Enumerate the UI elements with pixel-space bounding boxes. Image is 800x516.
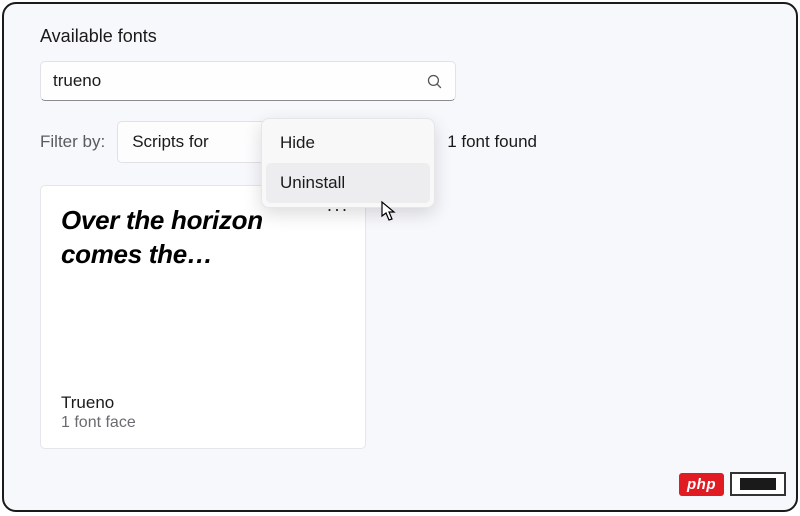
menu-item-uninstall[interactable]: Uninstall: [266, 163, 430, 203]
font-face-count: 1 font face: [61, 414, 345, 432]
result-count: 1 font found: [447, 132, 537, 152]
watermark-box: [730, 472, 786, 496]
search-box[interactable]: [40, 61, 456, 101]
font-name: Trueno: [61, 393, 345, 413]
cursor-icon: [380, 200, 398, 227]
search-icon[interactable]: [426, 73, 443, 90]
font-preview-text: Over the horizon comes the…: [61, 204, 301, 272]
watermark-text: php: [679, 473, 724, 496]
font-card[interactable]: ··· Over the horizon comes the… Trueno 1…: [40, 185, 366, 449]
filter-label: Filter by:: [40, 132, 105, 152]
search-input[interactable]: [53, 62, 426, 100]
filter-selected-value: Scripts for: [132, 132, 209, 152]
section-title: Available fonts: [40, 26, 760, 47]
card-footer: Trueno 1 font face: [61, 393, 345, 432]
menu-item-hide[interactable]: Hide: [266, 123, 430, 163]
watermark: php: [679, 472, 786, 496]
fonts-panel: Available fonts Filter by: Scripts for 1…: [2, 2, 798, 512]
context-menu: Hide Uninstall: [261, 118, 435, 208]
